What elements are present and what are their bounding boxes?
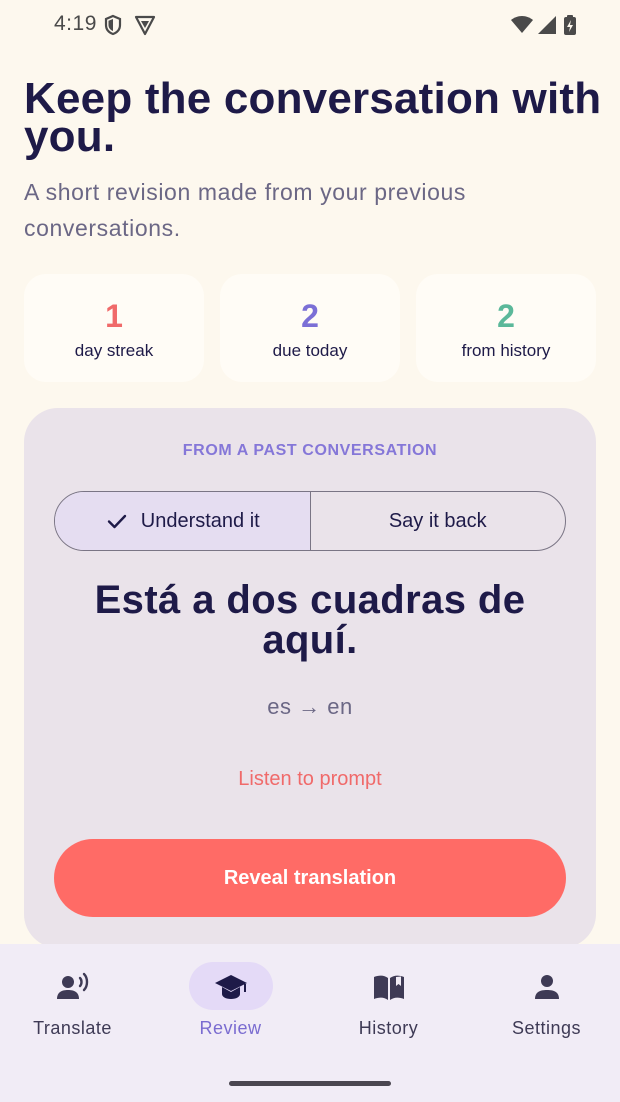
battery-charging-icon	[564, 15, 576, 35]
graduation-cap-icon	[214, 975, 247, 999]
check-icon	[107, 514, 126, 529]
language-pair: es → en	[267, 694, 353, 719]
stat-card-from-history: 2 from history	[416, 274, 596, 382]
nav-item-translate[interactable]: Translate	[0, 962, 150, 1062]
nav-label-settings: Settings	[511, 1018, 582, 1038]
open-book-icon	[373, 975, 404, 1000]
person-icon	[534, 975, 559, 999]
stat-streak-label: day streak	[74, 341, 154, 360]
page-subtitle: A short revision made from your previous…	[24, 179, 467, 241]
stat-due-today-label: due today	[272, 341, 348, 360]
reveal-translation-button[interactable]: Reveal translation	[54, 839, 566, 917]
nav-label-translate: Translate	[33, 1018, 112, 1038]
stat-card-due-today: 2 due today	[220, 274, 400, 382]
review-card: FROM A PAST CONVERSATION Understand it S…	[24, 408, 596, 948]
status-time: 4:19	[54, 12, 97, 35]
mode-say-it-back-label: Say it back	[388, 509, 487, 532]
nav-item-history[interactable]: History	[311, 962, 466, 1062]
vpn-badge-icon	[134, 15, 156, 36]
stat-due-today-value: 2	[301, 298, 319, 334]
stat-from-history-value: 2	[497, 298, 515, 334]
prompt-sentence: Está a dos cuadras de aquí.	[94, 578, 526, 662]
review-screen: 4:19 Keep the conversation with you. A s…	[0, 0, 620, 1102]
mode-understand-it-label: Understand it	[140, 509, 260, 532]
stat-streak-value: 1	[105, 298, 123, 334]
speaking-person-icon	[56, 972, 88, 999]
shield-icon	[104, 14, 122, 36]
mode-say-it-back-button[interactable]: Say it back	[309, 492, 566, 550]
home-indicator	[229, 1081, 391, 1086]
stat-card-streak: 1 day streak	[24, 274, 204, 382]
nav-item-review[interactable]: Review	[153, 962, 308, 1062]
card-eyebrow: FROM A PAST CONVERSATION	[182, 442, 438, 459]
listen-to-prompt-button[interactable]: Listen to prompt	[24, 768, 596, 791]
page-title: Keep the conversation with you.	[24, 74, 602, 161]
bottom-navigation: Translate Review History Settings	[0, 944, 620, 1102]
status-bar: 4:19	[0, 0, 620, 52]
cellular-signal-icon	[538, 16, 556, 34]
nav-label-review: Review	[199, 1018, 262, 1038]
nav-label-history: History	[358, 1018, 419, 1038]
mode-segmented-control: Understand it Say it back	[54, 491, 566, 551]
mode-understand-it-button[interactable]: Understand it	[55, 492, 310, 550]
wifi-icon	[511, 16, 533, 33]
stat-from-history-label: from history	[461, 341, 551, 360]
nav-item-settings[interactable]: Settings	[469, 962, 620, 1062]
